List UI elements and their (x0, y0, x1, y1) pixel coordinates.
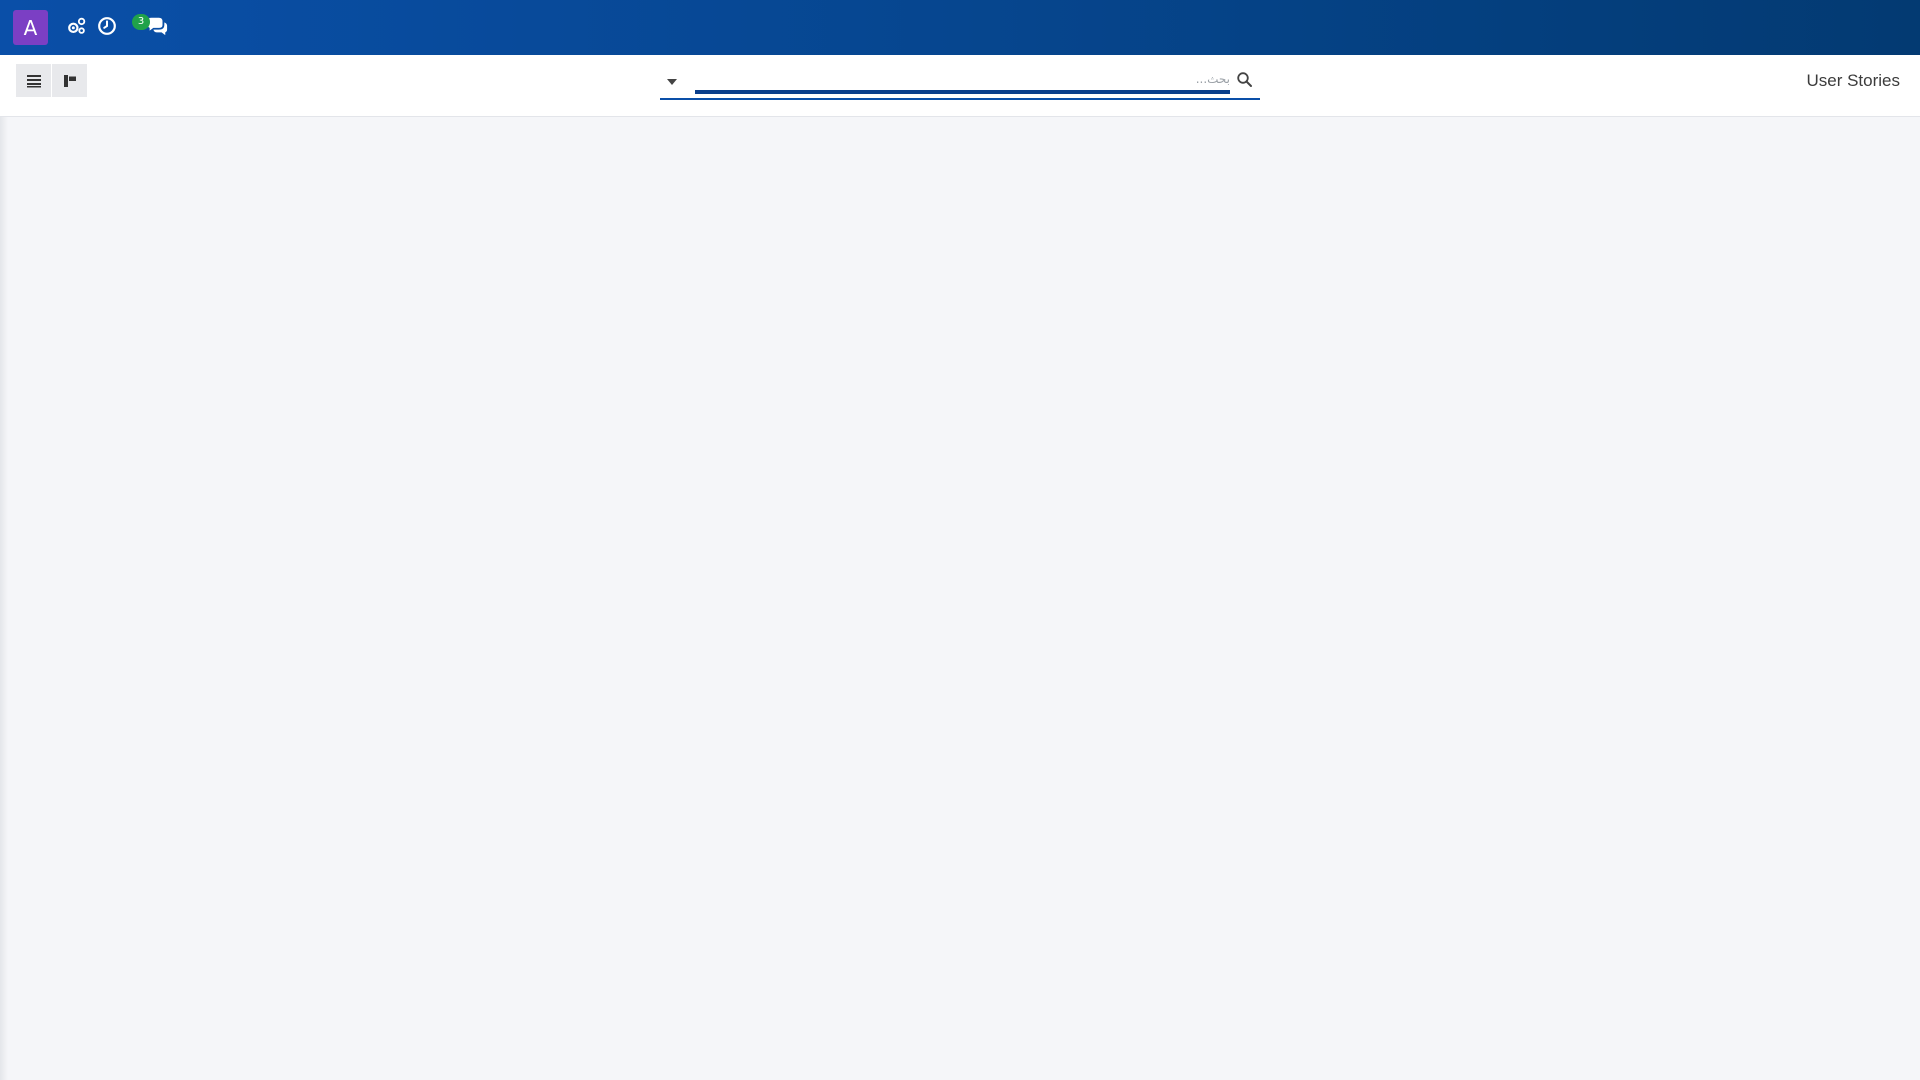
top-navbar: A 3 (0, 0, 1920, 55)
kanban-view-button[interactable] (52, 64, 87, 97)
search-input[interactable] (695, 68, 1230, 94)
search-filter-toggle[interactable] (660, 71, 684, 93)
kanban-view-icon (63, 74, 76, 87)
user-avatar[interactable]: A (13, 10, 48, 45)
chat-count-badge: 3 (132, 14, 150, 30)
search-icon[interactable] (1236, 71, 1254, 89)
control-panel: User Stories (0, 55, 1920, 117)
page-title: User Stories (1806, 71, 1900, 90)
content-left-edge (0, 117, 8, 1080)
settings-gears-icon[interactable] (66, 15, 88, 37)
search-bar (660, 65, 1260, 100)
list-view-button[interactable] (16, 64, 51, 97)
caret-down-icon (667, 79, 677, 85)
clock-icon[interactable] (96, 15, 118, 37)
list-view-icon (26, 74, 41, 87)
